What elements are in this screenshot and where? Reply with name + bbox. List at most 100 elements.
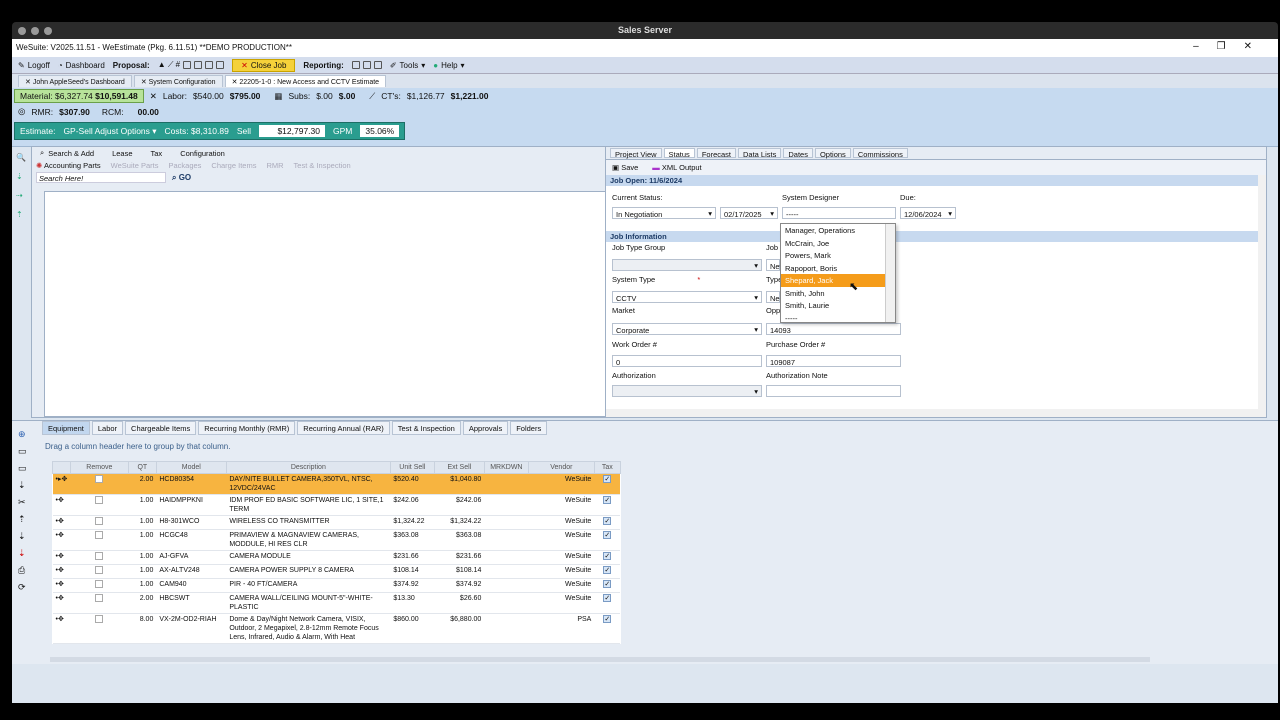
system-designer-select[interactable]: ----- [782,207,896,219]
window-controls[interactable]: –❐✕ [1193,41,1270,52]
row-handle[interactable]: •✥ [52,578,71,593]
col-mrkdwn[interactable]: MRKDWN [483,461,529,474]
current-status-select[interactable]: In Negotiation [612,207,716,219]
tab-approvals[interactable]: Approvals [462,421,509,435]
dropdown-scrollbar[interactable] [885,224,895,322]
tab-equipment[interactable]: Equipment [42,421,90,435]
col-ext-sell[interactable]: Ext Sell [433,461,485,474]
table-row[interactable]: •✥ 1.00 HCGC48 PRIMAVIEW & MAGNAVIEW CAMERA… [52,529,621,551]
sell-input[interactable]: $12,797.30 [259,125,325,137]
tab-search-add[interactable]: ⌕ Search & Add [36,146,98,160]
logoff-button[interactable]: ✎ Logoff [18,61,50,70]
arrow-down-icon[interactable]: ⇣ [16,172,23,181]
zoom-icon[interactable]: 🔍 [16,153,26,162]
table-row[interactable]: •▸✥ 2.00 HCD80354 DAY/NITE BULLET CAMERA,35… [52,473,621,495]
tab-dates[interactable]: Dates [783,148,813,159]
designer-option[interactable]: Rapoport, Boris [781,262,895,275]
type-field[interactable]: Neg [766,291,784,303]
row-handle[interactable]: •✥ [52,529,71,551]
table-row[interactable]: •✥ 1.00 H8-301WCO WIRELESS CO TRANSMITTER $1… [52,515,621,530]
remove-checkbox[interactable] [95,496,104,504]
table-row[interactable]: •✥ 2.00 HBCSWT CAMERA WALL/CEILING MOUNT-5"… [52,592,621,614]
subtab-charge-items[interactable]: Charge Items [211,161,256,170]
table-row[interactable]: •✥ 1.00 AJ-GFVA CAMERA MODULE $231.66 $231.66… [52,550,621,565]
vertical-scrollbar[interactable] [1258,175,1266,411]
parts-results-area[interactable] [44,191,611,417]
arrow-right-icon[interactable]: ⇢ [16,191,23,200]
subtab-rmr[interactable]: RMR [266,161,283,170]
folder-icon[interactable]: ▭ [18,446,32,457]
col-unit-sell[interactable]: Unit Sell [389,461,435,474]
tab-project-view[interactable]: Project View [610,148,662,159]
tax-checkbox[interactable]: ✓ [603,594,612,602]
system-type-select[interactable]: CCTV [612,291,762,303]
tab-commissions[interactable]: Commissions [852,148,908,159]
designer-option[interactable]: Manager, Operations [781,224,895,237]
subtab-accounting-parts[interactable]: ✺ Accounting Parts [36,161,101,170]
col-vendor[interactable]: Vendor [527,461,595,474]
tab-rmr[interactable]: Recurring Monthly (RMR) [198,421,296,435]
remove-checkbox[interactable] [95,517,104,525]
row-handle[interactable]: •✥ [52,613,71,644]
row-handle[interactable]: •✥ [52,592,71,614]
refresh-icon[interactable]: ⟳ [18,582,32,593]
tab-options[interactable]: Options [814,148,851,159]
designer-option-selected[interactable]: Shepard, Jack [781,274,895,287]
col-remove[interactable]: Remove [69,461,129,474]
print-icon[interactable]: ⎙ [18,565,32,576]
gp-sell-options-dropdown[interactable]: GP-Sell Adjust Options ▾ [63,126,156,137]
tab-test-inspection[interactable]: Test & Inspection [391,421,461,435]
arrow-up-icon[interactable]: ⇡ [16,210,23,219]
subtab-packages[interactable]: Packages [168,161,201,170]
remove-checkbox[interactable] [95,615,104,623]
work-order-input[interactable]: 0 [612,355,762,367]
col-qt[interactable]: QT [127,461,157,474]
status-date-picker[interactable]: 02/17/2025 [720,207,778,219]
search-input[interactable]: Search Here! [36,172,166,183]
sort-icon[interactable]: ⇣ [18,548,32,559]
row-handle[interactable]: •✥ [52,494,71,516]
authorization-note-input[interactable] [766,385,901,397]
row-handle[interactable]: •✥ [52,515,71,530]
gpm-input[interactable]: 35.06% [360,125,400,137]
tab-dashboard[interactable]: ✕ John AppleSeed's Dashboard [18,75,132,87]
col-description[interactable]: Description [225,461,391,474]
reporting-icons[interactable] [351,61,382,69]
tax-checkbox[interactable]: ✓ [603,552,612,560]
designer-option[interactable]: ----- [781,312,895,325]
tax-checkbox[interactable]: ✓ [603,517,612,525]
remove-checkbox[interactable] [95,580,104,588]
authorization-select[interactable] [612,385,762,397]
tax-checkbox[interactable]: ✓ [603,615,612,623]
table-row[interactable]: •✥ 8.00 VX-2M-OD2-RIAH Dome & Day/Night Net… [52,613,621,644]
dashboard-button[interactable]: ◔ Dashboard [58,61,105,70]
import-icon[interactable]: ⇣ [18,480,32,491]
close-job-button[interactable]: ✕ Close Job [232,58,296,72]
tab-configuration[interactable]: Configuration [176,147,229,160]
horizontal-scrollbar[interactable] [606,409,1266,417]
move-up-icon[interactable]: ⇡ [18,514,32,525]
tools-icon[interactable]: ✂ [18,497,32,508]
purchase-order-input[interactable]: 109087 [766,355,901,367]
designer-option[interactable]: Smith, John [781,287,895,300]
move-down-icon[interactable]: ⇣ [18,531,32,542]
tax-checkbox[interactable]: ✓ [603,475,612,483]
designer-option[interactable]: McCrain, Joe [781,237,895,250]
tab-folders[interactable]: Folders [510,421,548,435]
tab-data-lists[interactable]: Data Lists [738,148,782,159]
save-button[interactable]: ▣ Save [612,163,638,172]
tab-chargeable-items[interactable]: Chargeable Items [125,421,197,435]
tax-checkbox[interactable]: ✓ [603,566,612,574]
tab-labor[interactable]: Labor [91,421,124,435]
copy-icon[interactable]: ▭ [18,463,32,474]
due-date-picker[interactable]: 12/06/2024 [900,207,956,219]
add-icon[interactable]: ⊕ [18,429,32,440]
row-handle[interactable]: •✥ [52,564,71,579]
opp-field[interactable]: 14093 [766,323,901,335]
remove-checkbox[interactable] [95,531,104,539]
col-tax[interactable]: Tax [593,461,621,474]
table-row[interactable]: •✥ 1.00 HAIDMPPKNI IDM PROF ED BASIC SOFTWA… [52,494,621,516]
proposal-icons[interactable]: ▲ ⟋ # [158,60,225,70]
remove-checkbox[interactable] [95,594,104,602]
tab-system-configuration[interactable]: ✕ System Configuration [133,75,223,87]
